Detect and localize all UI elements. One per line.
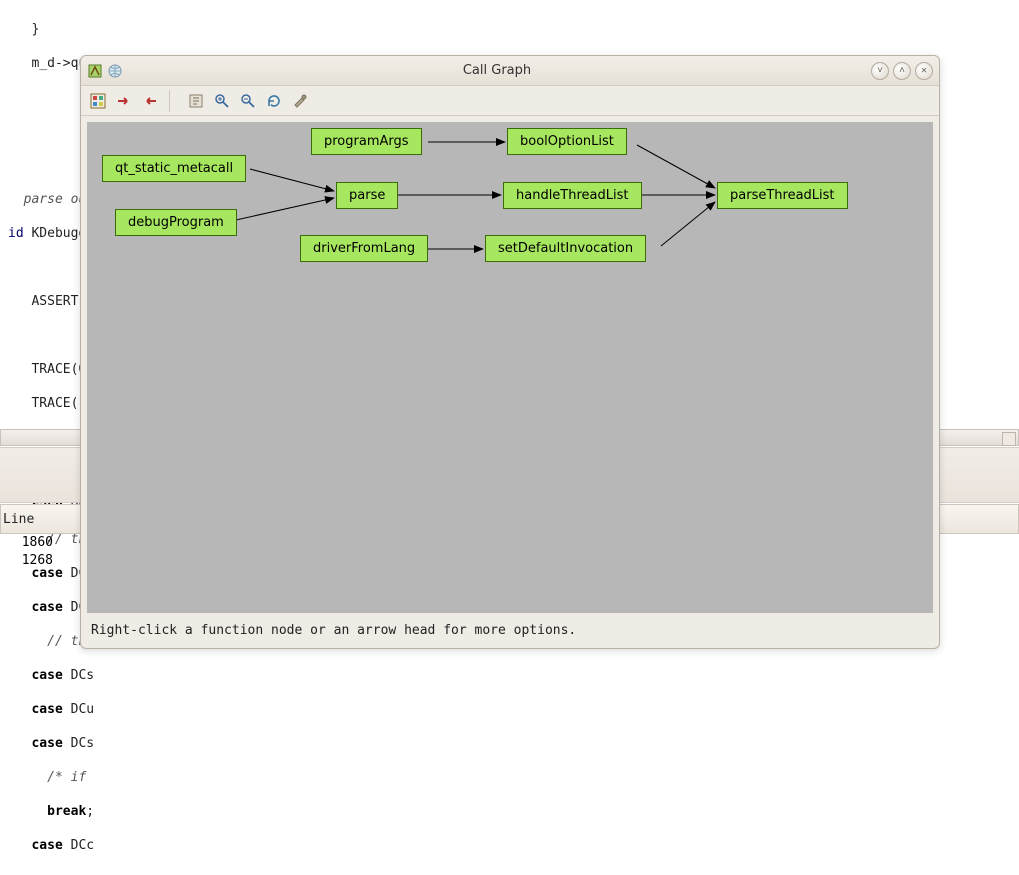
app-icon	[87, 63, 103, 79]
node-boolOptionList[interactable]: boolOptionList	[507, 128, 627, 155]
layout-icon[interactable]	[87, 90, 109, 112]
settings-icon[interactable]	[289, 90, 311, 112]
callee-arrow-icon[interactable]	[139, 90, 161, 112]
zoom-in-icon[interactable]	[211, 90, 233, 112]
toolbar	[81, 86, 939, 116]
separator	[169, 90, 177, 112]
refresh-icon[interactable]	[263, 90, 285, 112]
minimize-button[interactable]: ˅	[871, 62, 889, 80]
line-row[interactable]: 1860	[0, 534, 61, 552]
node-programArgs[interactable]: programArgs	[311, 128, 422, 155]
zoom-out-icon[interactable]	[237, 90, 259, 112]
line-row[interactable]: 1268	[0, 552, 61, 570]
node-parse[interactable]: parse	[336, 182, 398, 209]
window-title: Call Graph	[127, 63, 867, 78]
graph-canvas[interactable]: qt_static_metacall debugProgram programA…	[87, 122, 933, 613]
node-qt-static-metacall[interactable]: qt_static_metacall	[102, 155, 246, 182]
node-setDefaultInvocation[interactable]: setDefaultInvocation	[485, 235, 646, 262]
caller-arrow-icon[interactable]	[113, 90, 135, 112]
call-graph-window: Call Graph ˅ ˄ ✕	[80, 55, 940, 649]
close-button[interactable]: ✕	[915, 62, 933, 80]
hint-text: Right-click a function node or an arrow …	[81, 619, 939, 648]
globe-icon	[107, 63, 123, 79]
node-parseThreadList[interactable]: parseThreadList	[717, 182, 848, 209]
node-handleThreadList[interactable]: handleThreadList	[503, 182, 642, 209]
node-debugProgram[interactable]: debugProgram	[115, 209, 237, 236]
titlebar[interactable]: Call Graph ˅ ˄ ✕	[81, 56, 939, 86]
node-driverFromLang[interactable]: driverFromLang	[300, 235, 428, 262]
export-icon[interactable]	[185, 90, 207, 112]
maximize-button[interactable]: ˄	[893, 62, 911, 80]
